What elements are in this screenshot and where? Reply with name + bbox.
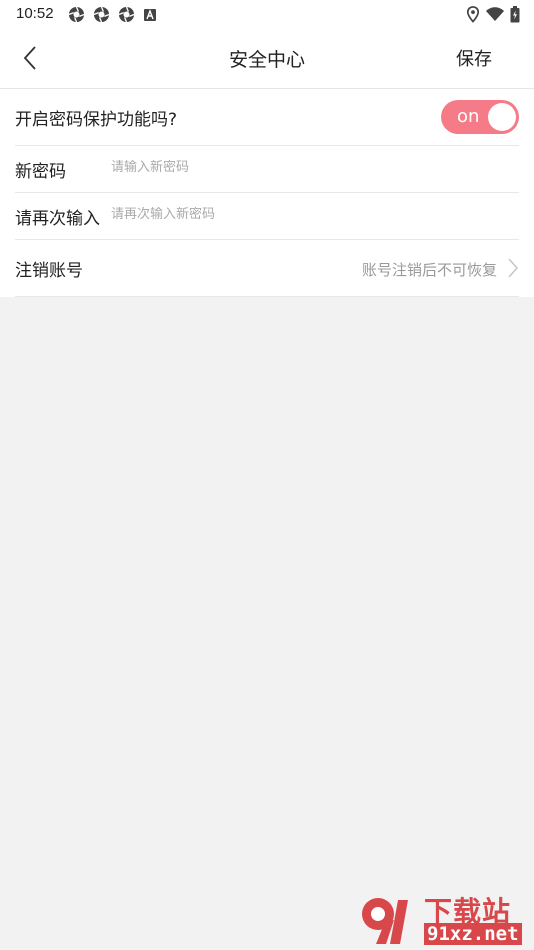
watermark-url: 91xz.net [424,923,522,945]
toggle-state-text: on [457,106,480,127]
repeat-password-row: 请再次输入 [15,193,519,240]
password-protection-row: 开启密码保护功能吗? on [15,89,519,146]
repeat-password-input[interactable] [111,207,411,222]
new-password-input[interactable] [111,160,411,175]
page-title: 安全中心 [228,49,305,71]
aperture-icon [93,6,110,23]
toggle-knob [488,103,516,131]
wifi-icon [486,7,504,21]
a-notification-icon [144,8,156,21]
status-icons-left [68,6,157,23]
chevron-right-icon [508,258,519,278]
logout-account-label: 注销账号 [15,260,83,281]
watermark-logo [362,898,408,944]
aperture-icon [118,6,135,23]
repeat-password-label: 请再次输入 [15,208,100,229]
status-bar: 10:52 [0,0,534,28]
status-time: 10:52 [16,5,54,22]
save-button[interactable]: 保存 [456,45,492,71]
logout-account-row[interactable]: 注销账号 账号注销后不可恢复 [15,240,519,297]
new-password-row: 新密码 [15,146,519,193]
password-protection-toggle[interactable]: on [441,100,519,134]
battery-icon [510,6,520,23]
nav-bar: 安全中心 保存 [0,28,534,89]
password-protection-label: 开启密码保护功能吗? [15,109,178,130]
watermark: 下载站 91xz.net [358,890,530,948]
location-icon [466,6,480,23]
status-icons-right [466,6,520,23]
aperture-icon [68,6,85,23]
settings-list: 开启密码保护功能吗? on 新密码 请再次输入 注销账号 账号注销后不可恢复 [0,89,534,297]
new-password-label: 新密码 [15,161,66,182]
logout-account-hint: 账号注销后不可恢复 [361,261,497,279]
